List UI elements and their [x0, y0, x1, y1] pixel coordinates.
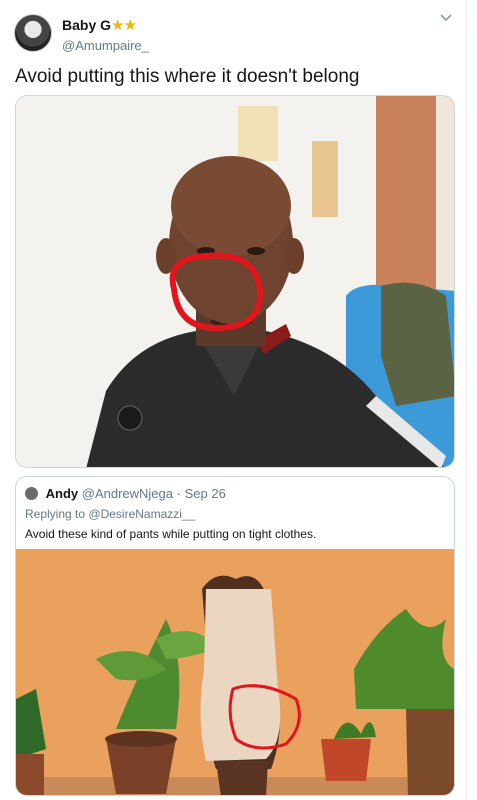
star-emoji-icon: ★★ — [111, 17, 137, 34]
chevron-down-icon[interactable] — [440, 14, 452, 22]
quoted-tweet-text: Avoid these kind of pants while putting … — [25, 527, 317, 541]
replying-to: Replying to @DesireNamazzi__ — [25, 507, 195, 521]
quoted-avatar[interactable] — [25, 487, 38, 500]
tweet-card: Baby G★★ @Amumpaire_ Avoid putting this … — [0, 0, 467, 800]
avatar[interactable] — [14, 14, 52, 52]
quoted-handle[interactable]: @AndrewNjega — [82, 486, 173, 501]
quoted-tweet[interactable]: Andy @AndrewNjega · Sep 26 Replying to @… — [15, 476, 455, 796]
tweet-photo[interactable] — [15, 95, 455, 468]
quoted-tweet-header: Andy @AndrewNjega · Sep 26 — [25, 486, 226, 501]
quoted-tweet-photo[interactable] — [16, 549, 454, 795]
dot-separator: · — [176, 486, 181, 501]
tweet-text: Avoid putting this where it doesn't belo… — [15, 66, 360, 87]
author-block: Baby G★★ @Amumpaire_ — [62, 16, 149, 53]
quoted-display-name[interactable]: Andy — [46, 486, 79, 501]
tweet-header: Baby G★★ @Amumpaire_ — [14, 12, 464, 54]
quoted-date[interactable]: Sep 26 — [185, 486, 226, 501]
display-name[interactable]: Baby G — [62, 17, 111, 33]
replying-to-handle[interactable]: @DesireNamazzi__ — [88, 507, 195, 521]
user-handle[interactable]: @Amumpaire_ — [62, 38, 149, 53]
replying-to-label: Replying to — [25, 507, 86, 521]
